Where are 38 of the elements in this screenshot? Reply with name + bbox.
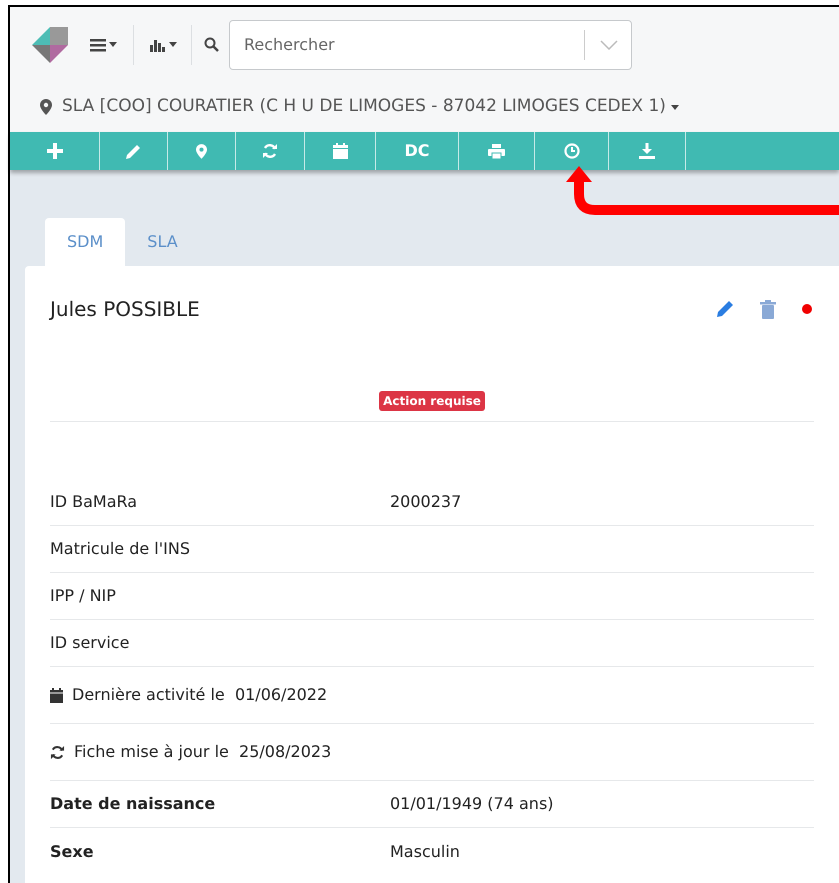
chevron-down-icon[interactable] <box>600 40 618 50</box>
info-text: Fiche mise à jour le 25/08/2023 <box>74 741 332 763</box>
menu-icon <box>90 38 106 52</box>
clock-icon <box>564 143 580 159</box>
patient-name: Jules POSSIBLE <box>50 296 200 323</box>
field-value: 01/01/1949 (74 ans) <box>390 793 554 815</box>
tab[interactable]: SDM <box>45 218 126 266</box>
caret-icon <box>109 42 117 47</box>
search-icon <box>204 37 219 52</box>
info-text: Dernière activité le 01/06/2022 <box>72 684 328 706</box>
search-field[interactable]: Rechercher <box>229 20 632 70</box>
field-label: Matricule de l'INS <box>50 538 191 560</box>
refresh-icon <box>262 143 278 159</box>
toolbar-text-button[interactable]: DC <box>376 132 459 170</box>
map-marker-icon <box>40 99 52 115</box>
status-badge: Action requise <box>379 391 485 411</box>
bar-chart-icon <box>150 38 166 52</box>
pencil-icon[interactable] <box>716 300 734 318</box>
refresh-icon <box>50 744 65 760</box>
field-label: Sexe <box>50 840 95 862</box>
field-label: ID service <box>50 632 130 654</box>
printer-icon <box>488 144 505 158</box>
pencil-icon <box>126 144 141 158</box>
calendar-icon <box>50 688 63 702</box>
download-icon <box>639 143 655 159</box>
field-label: IPP / NIP <box>50 585 117 607</box>
location-dropdown[interactable]: SLA [COO] COURATIER (C H U DE LIMOGES - 87042 LIMOGES CEDEX 1) <box>62 94 679 120</box>
tab[interactable]: SLA <box>125 218 200 266</box>
map-marker-icon <box>196 144 207 158</box>
caret-icon <box>169 42 177 47</box>
trash-icon[interactable] <box>760 300 776 318</box>
calendar-icon <box>332 143 348 159</box>
field-value: 2000237 <box>390 491 462 513</box>
field-label: ID BaMaRa <box>50 491 138 513</box>
caret-icon <box>670 104 679 110</box>
plus-icon <box>46 143 62 159</box>
field-value: Masculin <box>390 840 460 862</box>
field-label: Date de naissance <box>50 793 216 815</box>
